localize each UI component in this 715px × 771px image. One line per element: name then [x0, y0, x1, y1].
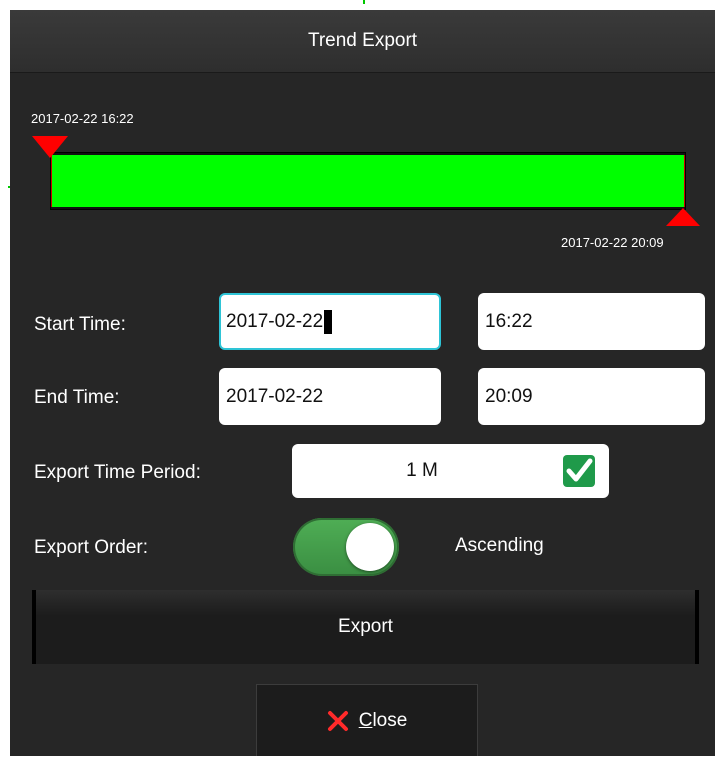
export-button[interactable]: Export: [32, 590, 699, 664]
dialog-title: Trend Export: [10, 10, 715, 73]
close-button[interactable]: Close: [256, 684, 478, 756]
time-range-fill: [51, 155, 685, 207]
export-period-checkbox[interactable]: [563, 455, 595, 487]
start-time-input[interactable]: 16:22: [478, 293, 705, 350]
close-icon: [327, 710, 348, 731]
text-caret: [324, 309, 333, 334]
export-order-label: Export Order:: [34, 537, 149, 558]
decorative-dot: [363, 0, 365, 4]
trend-export-dialog: Trend Export 2017-02-22 16:22 2017-02-22…: [10, 10, 715, 756]
export-period-field[interactable]: 1 M: [292, 444, 609, 498]
toggle-knob: [346, 523, 394, 571]
range-end-label: 2017-02-22 20:09: [561, 235, 664, 250]
start-date-value: 2017-02-22: [226, 310, 324, 332]
range-start-handle[interactable]: [32, 136, 68, 158]
close-button-label: Close: [358, 709, 408, 731]
end-time-label: End Time:: [34, 387, 120, 408]
export-order-value: Ascending: [455, 535, 544, 556]
start-time-value: 16:22: [485, 310, 533, 332]
start-time-label: Start Time:: [34, 314, 126, 335]
export-order-toggle[interactable]: [293, 518, 399, 576]
end-date-value: 2017-02-22: [226, 385, 324, 407]
end-date-input[interactable]: 2017-02-22: [219, 368, 441, 425]
export-period-label: Export Time Period:: [34, 462, 201, 483]
range-end-handle[interactable]: [666, 208, 700, 226]
export-button-label: Export: [338, 616, 393, 637]
checkmark-icon: [566, 458, 593, 482]
range-start-label: 2017-02-22 16:22: [31, 111, 134, 126]
time-range-track[interactable]: [50, 152, 686, 210]
end-time-value: 20:09: [485, 385, 533, 407]
export-period-value: 1 M: [406, 460, 438, 481]
end-time-input[interactable]: 20:09: [478, 368, 705, 425]
start-date-input[interactable]: 2017-02-22: [219, 293, 441, 350]
